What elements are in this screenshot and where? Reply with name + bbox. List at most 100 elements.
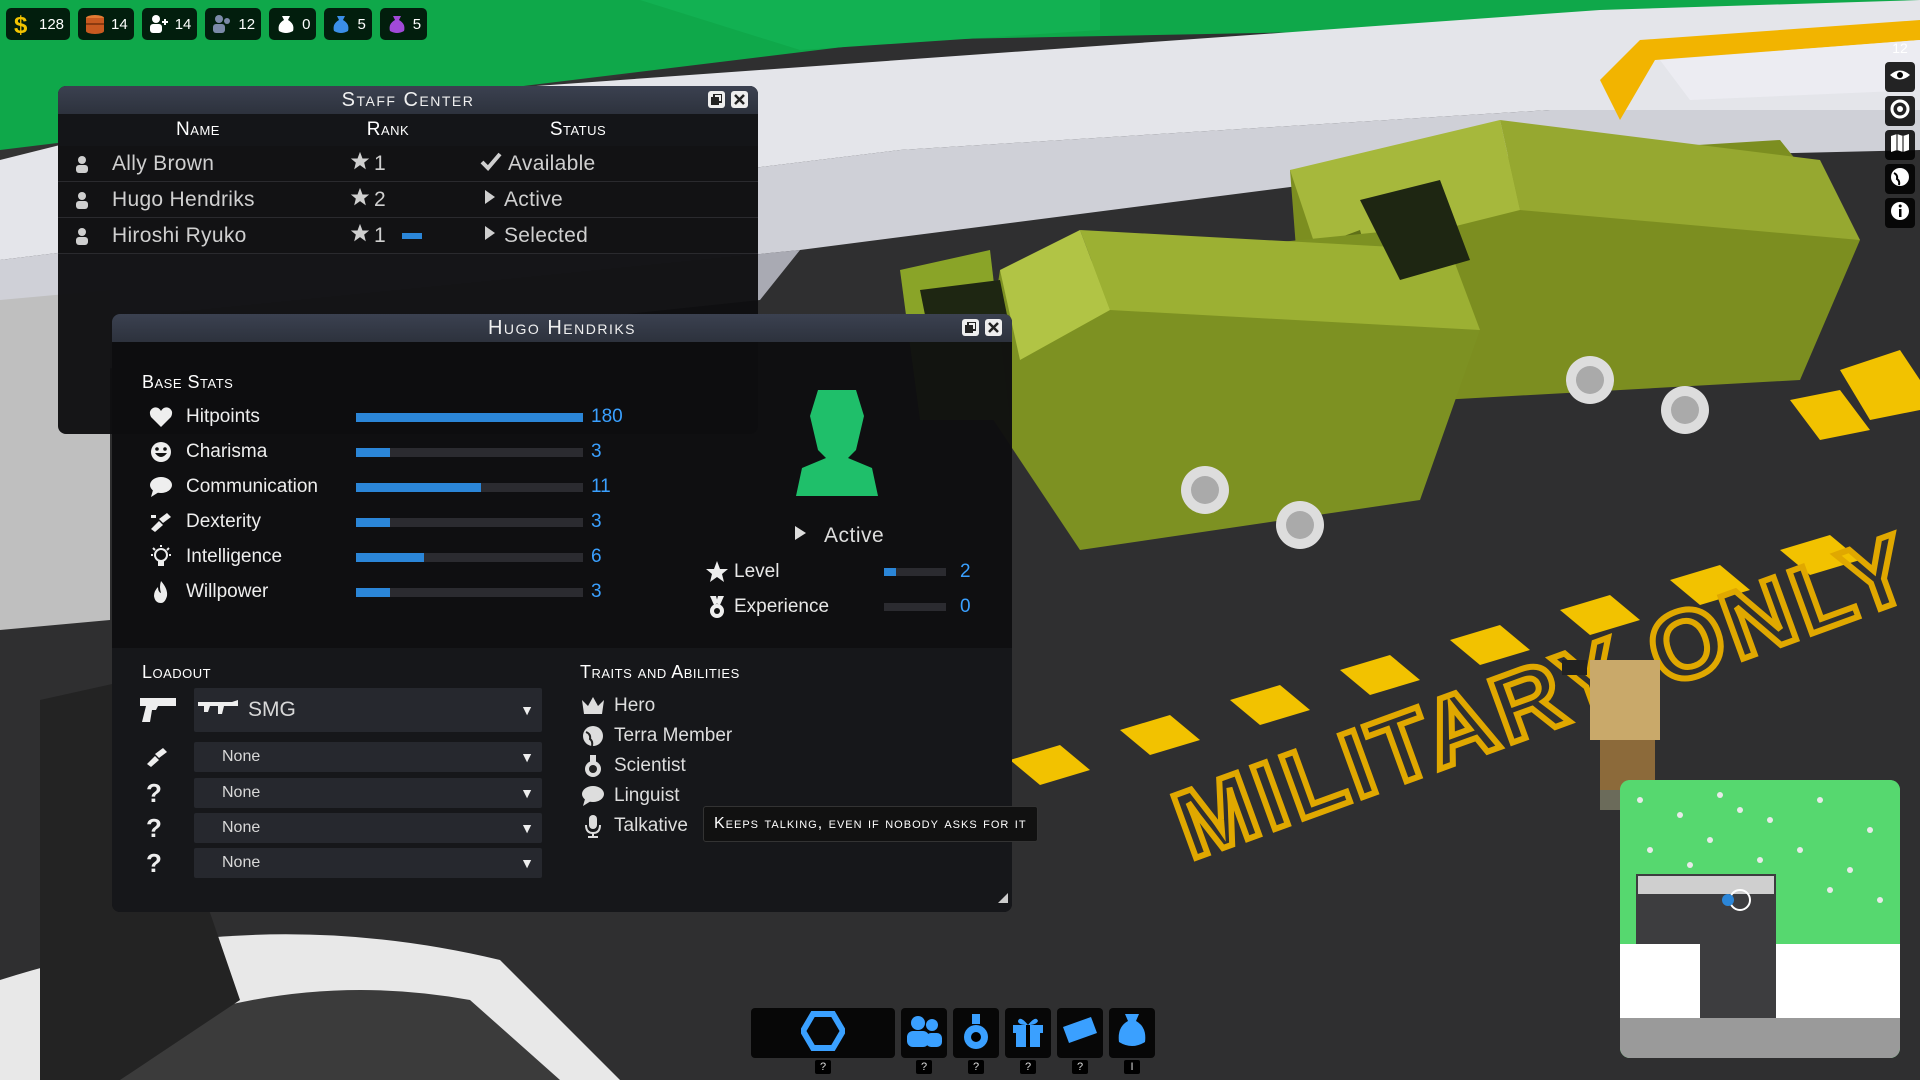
stat-bar bbox=[356, 552, 583, 562]
hexagon-icon bbox=[799, 1010, 847, 1056]
hotkey-label: I bbox=[1124, 1060, 1140, 1074]
build-button[interactable] bbox=[751, 1008, 895, 1058]
purple-bag-icon bbox=[384, 11, 410, 37]
column-rank[interactable]: Rank bbox=[338, 119, 438, 141]
research-button[interactable] bbox=[953, 1008, 999, 1058]
slot-dropdown[interactable]: None ▼ bbox=[194, 848, 542, 878]
heart-icon bbox=[146, 406, 176, 428]
slot-dropdown[interactable]: None ▼ bbox=[194, 813, 542, 843]
stat-row: Communication 11 bbox=[146, 472, 631, 502]
stat-row: Hitpoints 180 bbox=[146, 402, 631, 432]
toolbar-item: I bbox=[1109, 1008, 1155, 1074]
staff-name: Hugo Hendriks bbox=[112, 187, 255, 211]
trait-item[interactable]: Talkative bbox=[580, 812, 688, 840]
level-row: Level 2 bbox=[700, 559, 971, 585]
experience-row: Experience 0 bbox=[700, 594, 971, 620]
stat-bar-fill bbox=[356, 517, 391, 527]
trait-tooltip: Keeps talking, even if nobody asks for i… bbox=[703, 806, 1038, 842]
globe-button[interactable] bbox=[1885, 164, 1915, 194]
play-icon bbox=[480, 223, 498, 249]
trait-item[interactable]: Terra Member bbox=[580, 722, 732, 750]
stat-bar-fill bbox=[356, 412, 583, 422]
tickets-button[interactable] bbox=[1057, 1008, 1103, 1058]
staff-rank: 1 bbox=[350, 223, 480, 249]
resource-purple-bag[interactable]: 5 bbox=[379, 8, 428, 40]
close-button[interactable] bbox=[731, 91, 748, 108]
staff-portrait bbox=[792, 386, 882, 503]
resource-staff[interactable]: 14 bbox=[141, 8, 198, 40]
chevron-down-icon: ▼ bbox=[520, 785, 534, 801]
tooltip-text: Keeps talking, even if nobody asks for i… bbox=[714, 815, 1027, 832]
resource-value: 14 bbox=[111, 15, 128, 33]
svg-text:$: $ bbox=[14, 12, 28, 36]
stat-row: Willpower 3 bbox=[146, 577, 631, 607]
inventory-button[interactable] bbox=[1109, 1008, 1155, 1058]
resource-barrels[interactable]: 14 bbox=[78, 8, 134, 40]
resource-value: 5 bbox=[357, 15, 366, 33]
question-icon: ? bbox=[146, 813, 162, 843]
eye-button[interactable] bbox=[1885, 62, 1915, 92]
level-bar bbox=[884, 568, 946, 576]
column-name[interactable]: Name bbox=[58, 119, 338, 141]
hand-icon bbox=[144, 746, 170, 773]
smile-icon bbox=[146, 441, 176, 463]
toolbar-item: ? bbox=[751, 1008, 895, 1074]
weapon-dropdown[interactable]: SMG ▼ bbox=[194, 688, 542, 732]
resize-handle-icon[interactable] bbox=[998, 890, 1008, 908]
map-button[interactable] bbox=[1885, 130, 1915, 160]
level-value: 2 bbox=[960, 561, 971, 582]
staff-row[interactable]: Hiroshi Ryuko 1 Selected bbox=[58, 218, 758, 254]
star-icon bbox=[350, 223, 370, 249]
target-button[interactable] bbox=[1885, 96, 1915, 126]
bottom-toolbar: ? ? ? ? ? I bbox=[751, 1008, 1155, 1074]
blue-bag-icon bbox=[328, 11, 354, 37]
resource-value: 5 bbox=[412, 15, 422, 33]
popout-button[interactable] bbox=[962, 319, 979, 336]
stat-value: 11 bbox=[591, 476, 611, 497]
resource-blue-bag[interactable]: 5 bbox=[324, 8, 372, 40]
rank-value: 2 bbox=[374, 187, 386, 211]
star-icon bbox=[350, 151, 370, 177]
trait-item[interactable]: Hero bbox=[580, 692, 655, 720]
stat-bar-fill bbox=[356, 552, 425, 562]
column-status[interactable]: Status bbox=[438, 119, 718, 141]
trait-item[interactable]: Scientist bbox=[580, 752, 686, 780]
window-titlebar[interactable]: Staff Center bbox=[58, 86, 758, 114]
level-label: Level bbox=[734, 561, 780, 582]
stat-value: 3 bbox=[591, 511, 602, 532]
minimap[interactable] bbox=[1620, 780, 1900, 1058]
chevron-down-icon: ▼ bbox=[520, 749, 534, 765]
hotkey-label: ? bbox=[968, 1060, 984, 1074]
resource-staff-group[interactable]: 12 bbox=[205, 8, 262, 40]
level-bar-fill bbox=[884, 568, 897, 576]
window-titlebar[interactable]: Hugo Hendriks bbox=[112, 314, 1012, 342]
status-text: Selected bbox=[504, 223, 589, 247]
eye-icon bbox=[1889, 64, 1911, 91]
info-button[interactable] bbox=[1885, 198, 1915, 228]
stat-label: Intelligence bbox=[186, 546, 283, 567]
staff-button[interactable] bbox=[901, 1008, 947, 1058]
resource-white-bag[interactable]: 0 bbox=[269, 8, 317, 40]
staff-name: Ally Brown bbox=[112, 151, 215, 175]
gadget-dropdown[interactable]: None ▼ bbox=[194, 742, 542, 772]
popout-button[interactable] bbox=[708, 91, 725, 108]
staff-status: Active bbox=[824, 524, 885, 547]
close-button[interactable] bbox=[985, 319, 1002, 336]
flask-icon bbox=[959, 1012, 993, 1055]
trait-item[interactable]: Linguist bbox=[580, 782, 680, 810]
staff-row[interactable]: Ally Brown 1 Available bbox=[58, 146, 758, 182]
chevron-down-icon: ▼ bbox=[520, 855, 534, 871]
status-text: Available bbox=[508, 151, 596, 175]
target-icon bbox=[1889, 98, 1911, 125]
rewards-button[interactable] bbox=[1005, 1008, 1051, 1058]
bag-icon bbox=[1115, 1012, 1149, 1055]
close-icon bbox=[734, 88, 745, 111]
staff-row[interactable]: Hugo Hendriks 2 Active bbox=[58, 182, 758, 218]
barrel-icon bbox=[82, 11, 108, 37]
hand-icon bbox=[146, 511, 176, 533]
slot-dropdown[interactable]: None ▼ bbox=[194, 778, 542, 808]
rank-value: 1 bbox=[374, 223, 386, 247]
resource-value: 0 bbox=[302, 15, 311, 33]
resource-money[interactable]: $ 128 bbox=[6, 8, 71, 40]
globe-icon bbox=[580, 725, 606, 747]
